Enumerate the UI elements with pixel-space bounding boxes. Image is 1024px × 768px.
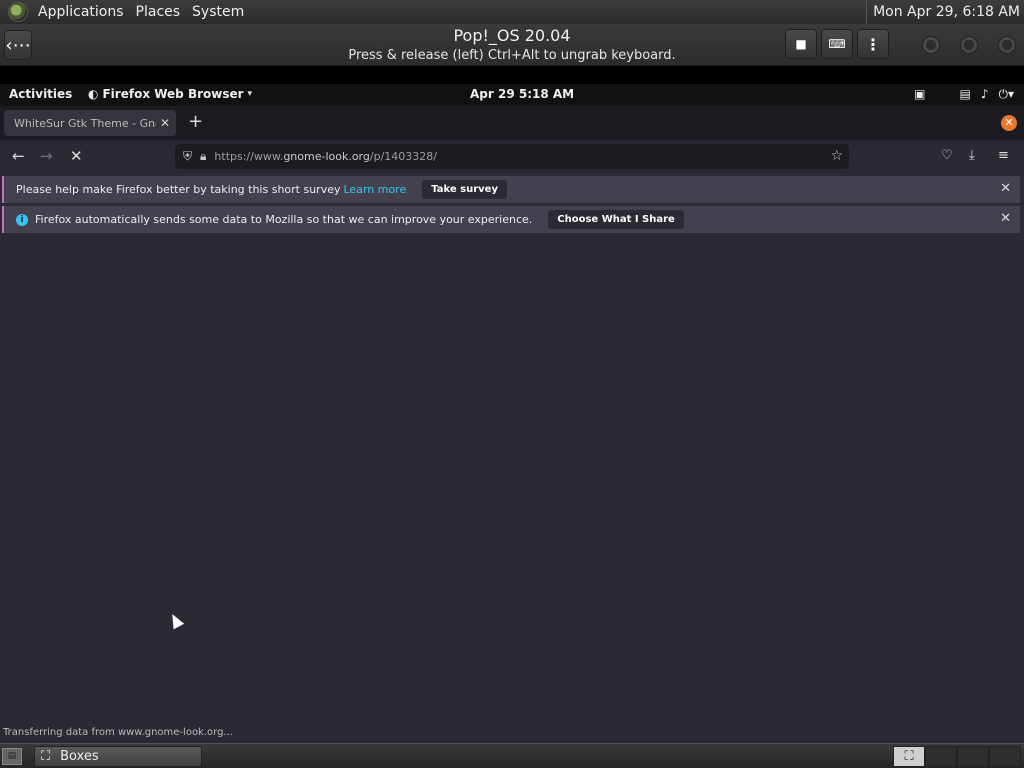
more-vertical-icon: ⋮ [865, 34, 881, 54]
workspace-switcher-1[interactable]: ⛶ [893, 746, 925, 767]
guest-display[interactable]: Activities ◐ Firefox Web Browser ▾ Apr 2… [0, 67, 1024, 743]
taskbar-item-boxes[interactable]: ⛶ Boxes [34, 746, 202, 767]
page-content[interactable]: Transferring data from www.gnome-look.or… [0, 236, 1024, 743]
activities-button[interactable]: Activities [9, 87, 72, 101]
system-menu[interactable]: System [186, 0, 250, 24]
stop-loading-icon[interactable]: ✕ [70, 147, 83, 165]
firefox-window: WhiteSur Gtk Theme - Gnome-look.org ✕ + … [0, 106, 1024, 743]
hamburger-menu-icon[interactable]: ≡ [998, 148, 1009, 163]
back-arrow-icon[interactable]: ← [12, 147, 25, 165]
boxes-header-bar: ‹⋯ Pop!_OS 20.04 Press & release (left) … [0, 24, 1024, 66]
tab-close-icon[interactable]: ✕ [160, 116, 170, 130]
new-tab-button[interactable]: + [188, 111, 203, 132]
keyboard-button[interactable]: ⌨ [821, 29, 853, 59]
url-path: /p/1403328/ [369, 150, 437, 163]
url-prefix: https://www. [214, 150, 284, 163]
tab-active[interactable]: WhiteSur Gtk Theme - Gnome-look.org ✕ [4, 110, 176, 136]
volume-icon: ♪ [980, 87, 989, 101]
pocket-icon[interactable]: ♡ [941, 148, 953, 163]
tab-bar: WhiteSur Gtk Theme - Gnome-look.org ✕ + … [0, 106, 1024, 140]
status-text: Transferring data from www.gnome-look.or… [0, 725, 236, 743]
power-icon: ⏻▾ [998, 87, 1014, 101]
more-button[interactable]: ⋮ [857, 29, 889, 59]
bookmark-star-icon[interactable]: ☆ [830, 148, 843, 164]
forward-arrow-icon[interactable]: → [40, 147, 53, 165]
survey-text: Please help make Firefox better by takin… [16, 183, 341, 196]
taskbar-item-label: Boxes [60, 749, 99, 764]
firefox-icon: ◐ [88, 87, 99, 101]
minimize-button[interactable] [922, 36, 940, 54]
stop-icon: ■ [795, 37, 807, 51]
choose-what-i-share-button[interactable]: Choose What I Share [548, 210, 684, 229]
chevron-down-icon: ▾ [247, 89, 253, 99]
learn-more-link[interactable]: Learn more [344, 183, 407, 196]
host-top-panel: Applications Places System Mon Apr 29, 6… [0, 0, 1024, 24]
gnome-clock[interactable]: Apr 29 5:18 AM [470, 87, 574, 101]
host-clock[interactable]: Mon Apr 29, 6:18 AM [866, 0, 1020, 24]
data-sharing-text: Firefox automatically sends some data to… [35, 213, 533, 226]
boxes-app-icon: ⛶ [41, 749, 51, 764]
close-icon[interactable]: ✕ [1000, 211, 1011, 226]
lock-icon[interactable]: 🔒︎ [200, 149, 206, 164]
workspace-switcher-3[interactable] [957, 746, 989, 767]
survey-notification: Please help make Firefox better by takin… [2, 176, 1020, 203]
close-window-icon[interactable]: ✕ [1001, 115, 1017, 131]
maximize-button[interactable] [960, 36, 978, 54]
download-icon[interactable]: ⤓ [969, 148, 975, 163]
keyboard-icon: ⌨ [828, 37, 846, 51]
display-icon: ▣ [914, 87, 926, 101]
shield-icon[interactable]: ⛨ [183, 149, 192, 164]
navigation-toolbar: ← → ✕ ⛨ 🔒︎ https://www. gnome-look.org/p/… [0, 140, 1024, 173]
app-menu-label: Firefox Web Browser [102, 87, 244, 101]
show-desktop-icon[interactable]: ▤ [2, 748, 22, 765]
stop-button[interactable]: ■ [785, 29, 817, 59]
applications-menu[interactable]: Applications [32, 0, 130, 24]
data-sharing-notification: i Firefox automatically sends some data … [2, 206, 1020, 233]
close-icon[interactable]: ✕ [1000, 181, 1011, 196]
distro-logo-icon[interactable] [8, 2, 28, 22]
url-host: gnome-look.org [283, 150, 370, 163]
workspace-switcher-2[interactable] [925, 746, 957, 767]
info-icon: i [16, 213, 28, 226]
workspace-switcher-4[interactable] [989, 746, 1021, 767]
host-bottom-panel: ▤ ⛶ Boxes ⛶ [0, 743, 1024, 768]
places-menu[interactable]: Places [130, 0, 187, 24]
url-bar[interactable]: ⛨ 🔒︎ https://www. gnome-look.org/p/140332… [175, 144, 849, 169]
close-button[interactable] [998, 36, 1016, 54]
gnome-top-bar: Activities ◐ Firefox Web Browser ▾ Apr 2… [0, 84, 1024, 106]
system-tray[interactable]: ▣ ▤ ♪ ⏻▾ [914, 87, 1014, 102]
app-menu[interactable]: ◐ Firefox Web Browser ▾ [88, 87, 252, 101]
tab-title: WhiteSur Gtk Theme - Gnome-look.org [14, 116, 156, 130]
network-icon: ▤ [959, 87, 971, 101]
take-survey-button[interactable]: Take survey [422, 180, 507, 199]
